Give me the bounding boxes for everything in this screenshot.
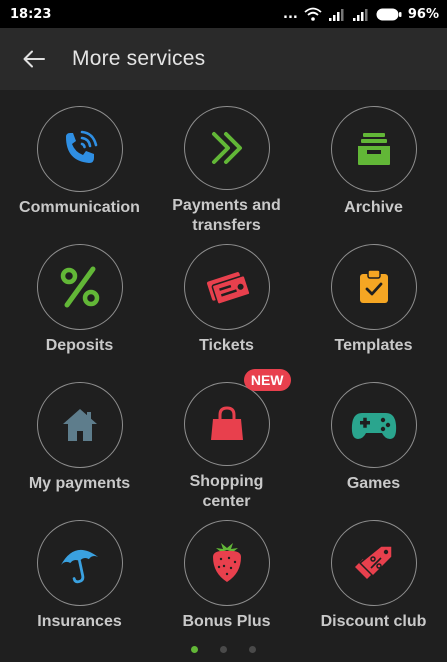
service-discount-club[interactable]: Discount club <box>299 512 447 650</box>
service-label: My payments <box>28 475 131 492</box>
service-label: Shopping center <box>189 473 264 510</box>
page-indicator <box>0 642 447 656</box>
service-icon-circle <box>330 382 417 468</box>
service-label: Discount club <box>320 613 427 630</box>
service-icon-circle <box>36 520 123 606</box>
service-icon-circle: NEW <box>183 369 291 466</box>
strawberry-icon <box>212 543 241 582</box>
app-bar: More services <box>0 28 447 90</box>
service-my-payments[interactable]: My payments <box>5 374 154 512</box>
service-tickets[interactable]: Tickets <box>152 236 301 374</box>
tickets-icon <box>206 272 251 305</box>
clipboard-check-icon <box>359 269 388 303</box>
service-icon-circle <box>330 244 417 330</box>
signal-icon-2 <box>352 8 368 21</box>
service-archive[interactable]: Archive <box>299 98 447 236</box>
service-games[interactable]: Games <box>299 374 447 512</box>
status-dots: ... <box>283 6 298 22</box>
archive-tray-icon <box>357 133 390 165</box>
service-payments-and-transfers[interactable]: Payments and transfers <box>152 98 301 236</box>
house-icon <box>62 409 97 441</box>
shopping-bag-icon <box>210 406 243 440</box>
wifi-icon <box>304 7 322 21</box>
service-icon-circle <box>36 244 123 330</box>
service-label: Templates <box>334 337 413 354</box>
phone-signal-icon <box>65 130 97 163</box>
service-label: Games <box>346 475 401 492</box>
service-templates[interactable]: Templates <box>299 236 447 374</box>
service-icon-circle <box>183 106 270 190</box>
double-chevron-icon <box>211 132 242 164</box>
back-button[interactable] <box>12 37 56 81</box>
service-label: Tickets <box>199 337 254 354</box>
arrow-left-icon <box>23 50 45 68</box>
page-title: More services <box>72 47 206 70</box>
service-icon-circle <box>183 520 270 606</box>
service-icon-circle <box>330 106 417 192</box>
service-communication[interactable]: Communication <box>5 98 154 236</box>
discount-tag-icon <box>354 545 393 579</box>
service-icon-circle <box>330 520 417 606</box>
service-shopping-center[interactable]: NEW Shopping center <box>152 369 301 512</box>
status-time: 18:23 <box>10 6 52 22</box>
status-bar: 18:23 ... 96% <box>0 0 447 28</box>
service-bonus-plus[interactable]: Bonus Plus <box>152 512 301 650</box>
gamepad-icon <box>351 413 396 439</box>
service-icon-circle <box>36 106 123 192</box>
service-label: Communication <box>19 199 140 216</box>
service-label: Archive <box>344 199 403 216</box>
service-label: Deposits <box>45 337 114 354</box>
service-insurances[interactable]: Insurances <box>5 512 154 650</box>
page-dot-1[interactable] <box>191 645 198 653</box>
service-deposits[interactable]: Deposits <box>5 236 154 374</box>
signal-icon-1 <box>328 8 344 21</box>
battery-icon <box>376 8 402 20</box>
service-label: Bonus Plus <box>182 613 271 630</box>
battery-percent: 96% <box>407 6 439 22</box>
status-icons: ... 96% <box>283 7 439 22</box>
service-icon-circle <box>183 244 270 330</box>
service-label: Payments and transfers <box>172 197 281 234</box>
service-label: Insurances <box>37 613 122 630</box>
new-badge: NEW <box>243 369 291 391</box>
services-grid: Communication Payments and transfers Arc… <box>0 98 447 638</box>
service-icon-circle <box>36 382 123 468</box>
page-dot-2[interactable] <box>220 645 227 653</box>
page-dot-3[interactable] <box>249 645 256 653</box>
umbrella-icon <box>60 549 98 584</box>
percent-icon <box>60 266 99 308</box>
